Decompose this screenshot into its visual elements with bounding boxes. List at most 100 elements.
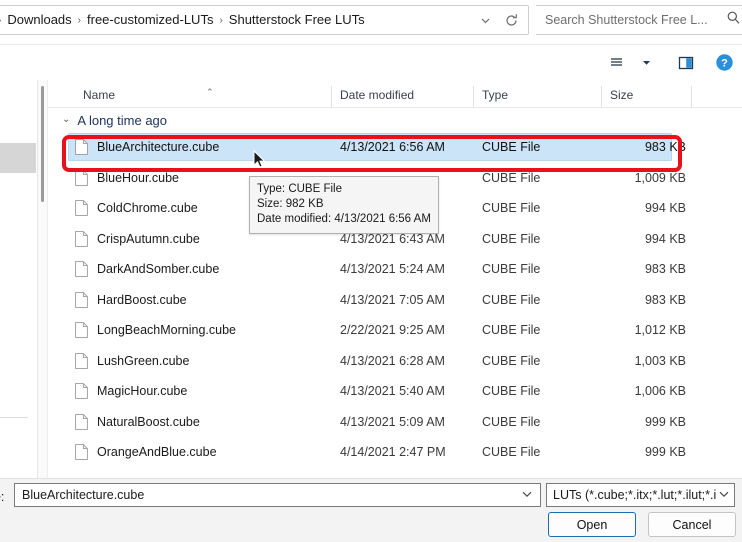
file-name-text: MagicHour.cube — [97, 384, 187, 398]
file-type-filter-chevron-down-icon[interactable] — [716, 488, 730, 503]
breadcrumb-item-free-customized-luts[interactable]: free-customized-LUTs — [82, 9, 218, 31]
cell-type: CUBE File — [474, 354, 602, 368]
help-icon[interactable]: ? — [710, 49, 738, 77]
tooltip-type-line: Type: CUBE File — [257, 182, 431, 197]
cell-date-modified: 4/13/2021 5:40 AM — [332, 384, 474, 398]
cell-name[interactable]: OrangeAndBlue.cube — [48, 444, 332, 460]
cell-date-modified: 2/22/2021 9:25 AM — [332, 323, 474, 337]
group-expand-chevron-down-icon[interactable]: ⌄ — [62, 115, 70, 125]
navigation-scrollbar-thumb[interactable] — [41, 86, 44, 202]
cell-type: CUBE File — [474, 323, 602, 337]
table-row[interactable]: NaturalBoost.cube4/13/2021 5:09 AMCUBE F… — [48, 407, 742, 438]
file-name-text: DarkAndSomber.cube — [97, 262, 219, 276]
column-header-size-label: Size — [610, 88, 633, 102]
file-name-text: BlueHour.cube — [97, 171, 179, 185]
table-row[interactable]: DarkAndSomber.cube4/13/2021 5:24 AMCUBE … — [48, 254, 742, 285]
column-header-name[interactable]: ⌃ Name — [48, 88, 332, 107]
cell-name[interactable]: NaturalBoost.cube — [48, 414, 332, 430]
search-icon[interactable] — [726, 10, 741, 30]
column-header-name-label: Name — [83, 88, 115, 102]
group-header-label: A long time ago — [77, 113, 167, 128]
cell-name[interactable]: LushGreen.cube — [48, 353, 332, 369]
cell-size: 983 KB — [602, 140, 692, 154]
file-name-value[interactable]: BlueArchitecture.cube — [22, 488, 521, 502]
cell-type: CUBE File — [474, 384, 602, 398]
cell-name[interactable]: LongBeachMorning.cube — [48, 322, 332, 338]
view-toolbar: ? — [0, 45, 742, 80]
breadcrumb-item-shutterstock-free-luts[interactable]: Shutterstock Free LUTs — [224, 9, 370, 31]
file-icon — [75, 292, 88, 308]
column-header-type[interactable]: Type — [474, 88, 602, 107]
table-row[interactable]: MagicHour.cube 4/13/2021 5:40 AMCUBE File… — [48, 376, 742, 407]
cell-type: CUBE File — [474, 201, 602, 215]
search-box[interactable]: Search Shutterstock Free L... — [536, 5, 742, 35]
file-icon — [75, 414, 88, 430]
file-name-text: CrispAutumn.cube — [97, 232, 200, 246]
file-icon — [75, 322, 88, 338]
file-name-text: LushGreen.cube — [97, 354, 189, 368]
cell-size: 994 KB — [602, 201, 692, 215]
file-icon — [75, 353, 88, 369]
column-header-filler — [692, 102, 742, 107]
preview-pane-icon[interactable] — [672, 49, 700, 77]
file-tooltip: Type: CUBE File Size: 982 KB Date modifi… — [249, 176, 439, 234]
sort-ascending-caret-icon: ⌃ — [206, 87, 214, 97]
file-name-text: NaturalBoost.cube — [97, 415, 200, 429]
cell-date-modified: 4/13/2021 6:28 AM — [332, 354, 474, 368]
cell-date-modified: 4/13/2021 7:05 AM — [332, 293, 474, 307]
cell-name[interactable]: HardBoost.cube — [48, 292, 332, 308]
cell-type: CUBE File — [474, 140, 602, 154]
file-type-filter-value[interactable]: LUTs (*.cube;*.itx;*.lut;*.ilut;*.irl — [553, 488, 716, 502]
group-header-a-long-time-ago[interactable]: ⌄ A long time ago — [48, 108, 742, 132]
cell-type: CUBE File — [474, 171, 602, 185]
cell-type: CUBE File — [474, 232, 602, 246]
table-row[interactable]: LongBeachMorning.cube2/22/2021 9:25 AMCU… — [48, 315, 742, 346]
navigation-pane[interactable] — [0, 80, 38, 478]
svg-text:?: ? — [721, 58, 728, 70]
refresh-icon[interactable] — [498, 7, 524, 33]
mouse-cursor — [253, 150, 266, 174]
file-name-chevron-down-icon[interactable] — [521, 488, 536, 503]
cancel-button[interactable]: Cancel — [648, 512, 736, 537]
file-icon — [75, 383, 88, 399]
cell-size: 1,006 KB — [602, 384, 692, 398]
file-name-field[interactable]: BlueArchitecture.cube — [14, 483, 541, 507]
file-icon — [75, 231, 88, 247]
chevron-down-icon[interactable] — [472, 7, 498, 33]
cell-size: 994 KB — [602, 232, 692, 246]
cell-size: 1,012 KB — [602, 323, 692, 337]
tooltip-size-line: Size: 982 KB — [257, 197, 431, 212]
table-row[interactable]: OrangeAndBlue.cube 4/14/2021 2:47 PMCUBE … — [48, 437, 742, 468]
column-header-date-modified[interactable]: Date modified — [332, 88, 474, 107]
file-list-pane: ⌃ Name Date modified Type Size ⌄ A long … — [48, 80, 742, 478]
cell-date-modified: 4/14/2021 2:47 PM — [332, 445, 474, 459]
file-icon — [75, 200, 88, 216]
address-bar[interactable]: › Downloads › free-customized-LUTs › Shu… — [0, 5, 529, 35]
cell-size: 1,003 KB — [602, 354, 692, 368]
breadcrumb-item-downloads[interactable]: Downloads — [2, 9, 76, 31]
cell-name[interactable]: BlueArchitecture.cube — [48, 139, 332, 155]
cell-type: CUBE File — [474, 445, 602, 459]
file-name-text: OrangeAndBlue.cube — [97, 445, 217, 459]
cell-type: CUBE File — [474, 415, 602, 429]
table-row[interactable]: LushGreen.cube 4/13/2021 6:28 AMCUBE File… — [48, 346, 742, 377]
file-type-filter-dropdown[interactable]: LUTs (*.cube;*.itx;*.lut;*.ilut;*.irl — [546, 483, 735, 507]
file-open-dialog: › Downloads › free-customized-LUTs › Shu… — [0, 0, 742, 542]
cell-name[interactable]: MagicHour.cube — [48, 383, 332, 399]
nav-divider — [0, 417, 28, 418]
search-input[interactable]: Search Shutterstock Free L... — [545, 13, 726, 27]
cell-size: 983 KB — [602, 293, 692, 307]
file-name-text: HardBoost.cube — [97, 293, 187, 307]
column-header-size[interactable]: Size — [602, 88, 692, 107]
cell-size: 999 KB — [602, 445, 692, 459]
table-row[interactable]: BlueArchitecture.cube4/13/2021 6:56 AMCU… — [48, 132, 742, 163]
file-icon — [75, 261, 88, 277]
view-list-icon[interactable] — [602, 49, 630, 77]
nav-selected-item[interactable] — [0, 143, 36, 173]
cell-name[interactable]: DarkAndSomber.cube — [48, 261, 332, 277]
view-dropdown-chevron-down-icon[interactable] — [632, 49, 660, 77]
file-icon — [75, 444, 88, 460]
open-button[interactable]: Open — [548, 512, 636, 537]
view-toolbar-buttons: ? — [602, 45, 738, 80]
table-row[interactable]: HardBoost.cube4/13/2021 7:05 AMCUBE File… — [48, 285, 742, 316]
